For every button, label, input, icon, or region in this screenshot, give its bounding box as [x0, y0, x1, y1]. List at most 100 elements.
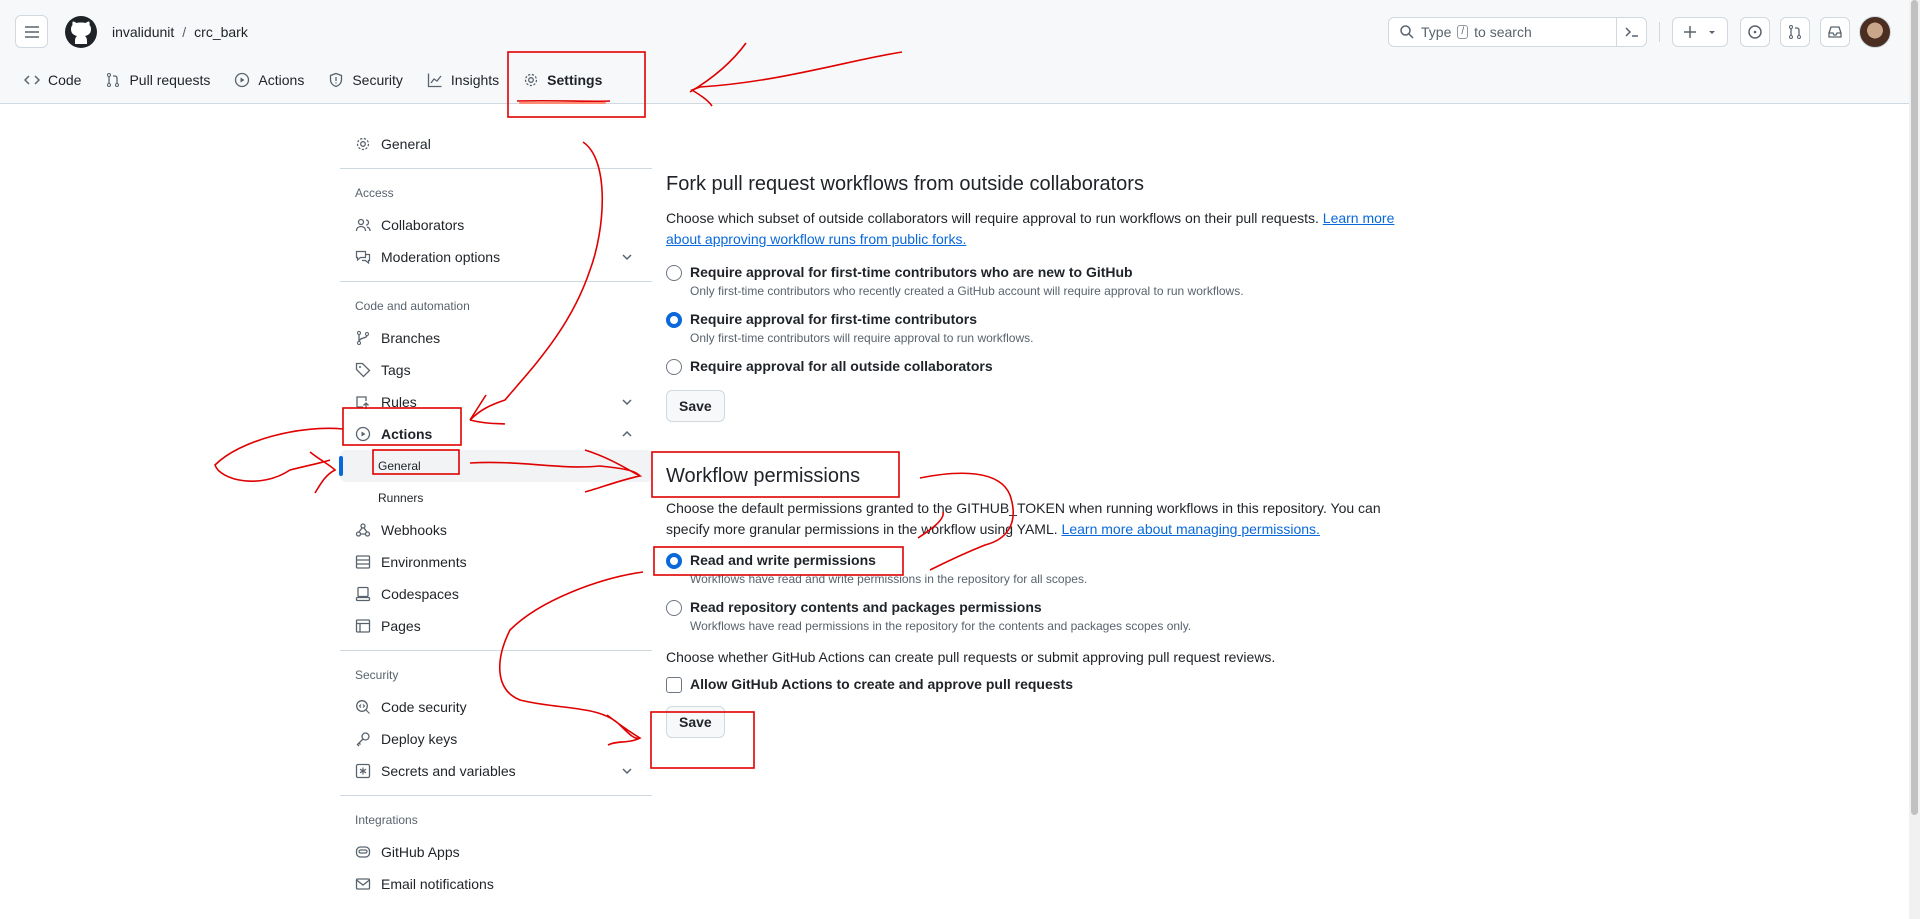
chevron-up-icon: [622, 430, 632, 437]
sidebar-item-label: GitHub Apps: [381, 844, 460, 860]
avatar[interactable]: [1859, 16, 1891, 48]
sidebar-heading-integrations: Integrations: [355, 813, 418, 827]
sidebar-item-general[interactable]: General: [340, 128, 652, 160]
sidebar-item-label: Moderation options: [381, 249, 501, 265]
people-icon: [355, 218, 371, 232]
tab-label: Security: [352, 72, 403, 88]
owner-link[interactable]: invalidunit: [112, 22, 174, 42]
sidebar-item-actions-general[interactable]: General: [339, 450, 652, 482]
sidebar-item-github-apps[interactable]: GitHub Apps: [340, 836, 652, 868]
workflow-save-button[interactable]: Save: [666, 706, 725, 738]
radio-label: Read and write permissions: [690, 552, 876, 568]
menu-button[interactable]: [15, 15, 48, 48]
sidebar-item-code-security[interactable]: Code security: [340, 691, 652, 723]
sidebar-item-branches[interactable]: Branches: [340, 322, 652, 354]
fork-section-title: Fork pull request workflows from outside…: [666, 173, 1144, 195]
sidebar-divider: [340, 168, 652, 169]
top-header: invalidunit / crc_bark Type / to search …: [0, 0, 1909, 104]
sidebar-item-label: Pages: [381, 618, 421, 634]
tab-label: Code: [48, 72, 82, 88]
play-icon: [355, 426, 371, 442]
codescan-icon: [356, 700, 370, 714]
checkbox-label: Allow GitHub Actions to create and appro…: [690, 676, 1073, 692]
repo-link[interactable]: crc_bark: [194, 22, 248, 42]
webhook-icon: [355, 523, 371, 537]
fork-option-all-outside[interactable]: Require approval for all outside collabo…: [666, 356, 1426, 376]
workflow-option-read-write[interactable]: Read and write permissions Workflows hav…: [666, 550, 1426, 588]
sidebar-heading-code-automation: Code and automation: [355, 299, 470, 313]
sidebar-item-webhooks[interactable]: Webhooks: [340, 514, 652, 546]
tab-insights[interactable]: Insights: [415, 64, 511, 96]
sidebar-item-label: Email notifications: [381, 876, 494, 892]
workflow-permissions-title: Workflow permissions: [666, 465, 861, 487]
sidebar-item-secrets[interactable]: Secrets and variables: [340, 755, 652, 787]
sidebar-item-moderation[interactable]: Moderation options: [340, 241, 652, 273]
tab-actions[interactable]: Actions: [222, 64, 316, 96]
tab-settings[interactable]: Settings: [511, 64, 614, 104]
workflow-option-read-only[interactable]: Read repository contents and packages pe…: [666, 597, 1426, 635]
sidebar-item-label: Collaborators: [381, 217, 465, 233]
browser-icon: [355, 619, 371, 633]
repo-push-icon: [356, 396, 369, 409]
tab-code[interactable]: Code: [12, 64, 93, 96]
command-palette-button[interactable]: [1616, 17, 1647, 47]
sidebar-item-environments[interactable]: Environments: [340, 546, 652, 578]
scrollbar[interactable]: [1909, 0, 1920, 919]
fork-save-button[interactable]: Save: [666, 390, 725, 422]
radio-button-checked[interactable]: [666, 312, 682, 328]
issues-button[interactable]: [1740, 17, 1770, 47]
inbox-icon: [1828, 26, 1842, 38]
sidebar-item-collaborators[interactable]: Collaborators: [340, 209, 652, 241]
sidebar-item-email-notifications[interactable]: Email notifications: [340, 868, 652, 900]
workflow-permissions-description: Choose the default permissions granted t…: [666, 498, 1426, 540]
sidebar-item-pages[interactable]: Pages: [340, 610, 652, 642]
github-logo-icon[interactable]: [64, 15, 98, 49]
tab-label: Settings: [547, 72, 603, 88]
server-icon: [355, 555, 371, 569]
sidebar-item-label: Code security: [381, 699, 467, 715]
create-new-button[interactable]: [1672, 17, 1728, 47]
sidebar-item-actions[interactable]: Actions: [340, 418, 652, 450]
tab-security[interactable]: Security: [316, 64, 415, 96]
sidebar-item-label: Secrets and variables: [381, 763, 516, 779]
sidebar-item-codespaces[interactable]: Codespaces: [340, 578, 652, 610]
sidebar-item-label: General: [381, 136, 431, 152]
fork-description-text: Choose which subset of outside collabora…: [666, 210, 1319, 226]
sidebar-item-label: Tags: [381, 362, 411, 378]
inbox-button[interactable]: [1820, 17, 1850, 47]
sidebar-item-rules[interactable]: Rules: [340, 386, 652, 418]
fork-option-first-time[interactable]: Require approval for first-time contribu…: [666, 309, 1426, 347]
header-divider: [1659, 22, 1660, 42]
sidebar-item-label: Branches: [381, 330, 441, 346]
hubot-icon: [355, 846, 371, 858]
pull-requests-button[interactable]: [1780, 17, 1810, 47]
sidebar-item-label: Environments: [381, 554, 467, 570]
radio-label: Require approval for all outside collabo…: [690, 358, 993, 374]
radio-button[interactable]: [666, 265, 682, 281]
sidebar-item-deploy-keys[interactable]: Deploy keys: [340, 723, 652, 755]
search-input[interactable]: Type / to search: [1388, 17, 1647, 47]
sidebar-item-runners[interactable]: Runners: [340, 482, 652, 514]
tab-label: Insights: [450, 72, 500, 88]
allow-actions-pr-option[interactable]: Allow GitHub Actions to create and appro…: [666, 674, 1426, 694]
chevron-down-icon: [622, 399, 632, 406]
sidebar-item-label: Rules: [381, 394, 417, 410]
search-shortcut-key: /: [1457, 25, 1469, 39]
radio-button[interactable]: [666, 359, 682, 375]
terminal-icon: [1625, 27, 1638, 37]
checkbox[interactable]: [666, 677, 682, 693]
fork-option-new-to-github[interactable]: Require approval for first-time contribu…: [666, 262, 1426, 300]
radio-button[interactable]: [666, 600, 682, 616]
tab-pull-requests[interactable]: Pull requests: [93, 64, 222, 96]
sidebar-item-tags[interactable]: Tags: [340, 354, 652, 386]
repo-tabs: Code Pull requests Actions Security Insi…: [0, 64, 614, 104]
radio-label: Require approval for first-time contribu…: [690, 264, 1133, 280]
tag-icon: [355, 362, 371, 378]
hamburger-icon: [24, 25, 39, 38]
sidebar-item-label: Webhooks: [381, 522, 447, 538]
gear-icon: [356, 137, 370, 151]
workflow-learn-more-link[interactable]: Learn more about managing permissions.: [1062, 521, 1320, 537]
scrollbar-thumb[interactable]: [1911, 0, 1918, 815]
radio-button-checked[interactable]: [666, 553, 682, 569]
settings-sidebar: General Access Collaborators Moderation …: [339, 128, 652, 900]
